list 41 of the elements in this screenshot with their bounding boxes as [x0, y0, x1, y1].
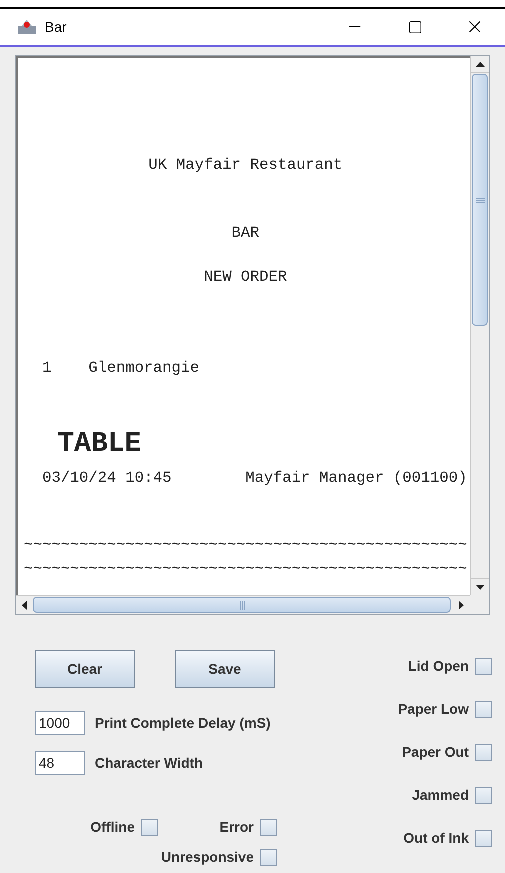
checkbox-label: Jammed [412, 786, 469, 805]
receipt-heading: BAR [230, 222, 261, 244]
scrollbar-thumb[interactable] [472, 74, 488, 326]
vertical-scrollbar[interactable] [470, 56, 489, 595]
checkbox[interactable] [475, 658, 492, 675]
receipt-heading: NEW ORDER [203, 267, 288, 288]
item-quantity: 1 [42, 358, 53, 379]
window-title: Bar [45, 18, 67, 36]
checkbox-label: Lid Open [408, 657, 469, 676]
checkbox-label: Paper Out [402, 743, 469, 762]
checkbox[interactable] [475, 701, 492, 718]
checkbox[interactable] [141, 819, 158, 836]
scroll-up-icon[interactable] [476, 62, 484, 66]
action-button[interactable]: Save [175, 650, 275, 688]
checkbox-label: Paper Low [398, 700, 469, 719]
item-name: Glenmorangie [88, 358, 200, 379]
scroll-down-icon[interactable] [476, 584, 484, 590]
receipt-heading: UK Mayfair Restaurant [148, 155, 344, 176]
number-field[interactable]: 1000 [35, 711, 85, 735]
field-label: Print Complete Delay (mS) [95, 714, 271, 733]
checkbox[interactable] [475, 744, 492, 761]
checkbox-label: Out of Ink [404, 829, 469, 848]
number-field[interactable]: 48 [35, 751, 85, 775]
checkbox-label: Error [220, 818, 254, 837]
tilde-rule: ~~~~~~~~~~~~~~~~~~~~~~~~~~~~~~~~~~~~~~~~~~~~~~~~ [24, 558, 468, 580]
checkbox[interactable] [475, 787, 492, 804]
checkbox[interactable] [475, 830, 492, 847]
checkbox[interactable] [260, 819, 277, 836]
field-label: Character Width [95, 754, 204, 772]
table-label: TABLE [56, 429, 143, 462]
scroll-left-icon[interactable] [22, 600, 27, 610]
horizontal-scrollbar[interactable] [16, 595, 470, 614]
scroll-right-icon[interactable] [459, 600, 464, 610]
checkbox-label: Offline [90, 818, 135, 837]
scrollbar-thumb[interactable] [33, 597, 451, 613]
action-button[interactable]: Clear [35, 650, 135, 688]
tilde-rule: ~~~~~~~~~~~~~~~~~~~~~~~~~~~~~~~~~~~~~~~~~~~~~~~~ [24, 534, 468, 556]
checkbox-label: Unresponsive [161, 848, 254, 867]
order-timestamp: 03/10/24 10:45 [42, 468, 173, 490]
checkbox[interactable] [260, 849, 277, 866]
server-name: Mayfair Manager (001100) [246, 468, 468, 490]
